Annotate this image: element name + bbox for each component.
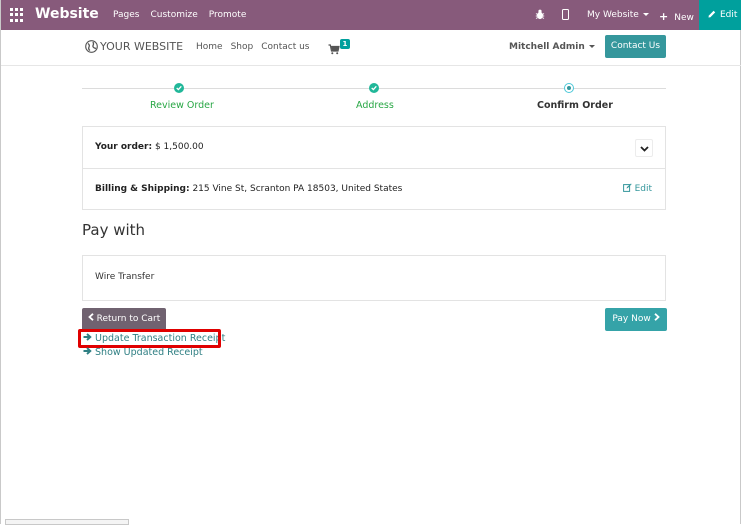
- pay-now-label: Pay Now: [612, 314, 651, 324]
- menu-promote[interactable]: Promote: [209, 10, 247, 20]
- step-address-check-icon: [369, 83, 379, 93]
- caret-down-icon: [642, 13, 649, 16]
- browser-viewport: Website Pages Customize Promote My Websi…: [0, 0, 741, 525]
- arrow-right-icon: [83, 347, 92, 355]
- order-summary-card: Your order: $ 1,500.00 Billing & Shippin…: [82, 126, 666, 210]
- edit-address-label: Edit: [634, 184, 652, 194]
- step-review-check-icon: [174, 83, 184, 93]
- app-brand[interactable]: Website: [35, 6, 99, 22]
- cart-count-badge: 1: [340, 39, 350, 49]
- cart-icon: [328, 44, 340, 55]
- apps-grid-icon[interactable]: [10, 8, 24, 22]
- pay-now-button[interactable]: Pay Now: [605, 308, 667, 331]
- billing-address: 215 Vine St, Scranton PA 18503, United S…: [192, 184, 403, 194]
- pay-with-heading: Pay with: [82, 221, 146, 239]
- return-to-cart-button[interactable]: Return to Cart: [82, 308, 166, 331]
- user-menu[interactable]: Mitchell Admin: [509, 42, 595, 52]
- step-review-order[interactable]: Review Order: [150, 100, 214, 111]
- show-receipt-label: Show Updated Receipt: [95, 347, 203, 358]
- new-button[interactable]: + New: [659, 10, 694, 23]
- mobile-icon[interactable]: [562, 9, 569, 20]
- chevron-down-icon: [640, 146, 649, 152]
- edit-button[interactable]: Edit: [699, 0, 741, 30]
- step-confirm-current-icon: [564, 83, 574, 93]
- step-confirm-order: Confirm Order: [537, 100, 613, 111]
- nav-contact[interactable]: Contact us: [261, 42, 309, 52]
- bug-icon[interactable]: [535, 9, 545, 20]
- billing-shipping-row: Billing & Shipping: 215 Vine St, Scranto…: [83, 168, 665, 209]
- order-label: Your order:: [95, 142, 153, 152]
- nav-home[interactable]: Home: [196, 42, 223, 52]
- highlight-box: [78, 329, 221, 348]
- browser-status-bar: [5, 519, 129, 525]
- admin-top-bar: Website Pages Customize Promote My Websi…: [1, 0, 741, 30]
- chevron-left-icon: [87, 313, 94, 321]
- payment-method-wire-transfer[interactable]: Wire Transfer: [82, 255, 666, 301]
- site-logo[interactable]: YOUR WEBSITE: [85, 40, 183, 53]
- menu-customize[interactable]: Customize: [150, 10, 197, 20]
- nav-shop[interactable]: Shop: [231, 42, 254, 52]
- edit-address-link[interactable]: Edit: [622, 169, 652, 210]
- admin-menu: Pages Customize Promote: [113, 10, 246, 20]
- cart-link[interactable]: 1: [328, 39, 350, 59]
- logo-text: YOUR WEBSITE: [100, 40, 184, 53]
- expand-order-button[interactable]: [635, 139, 653, 157]
- return-to-cart-label: Return to Cart: [96, 314, 161, 324]
- caret-down-icon: [588, 45, 595, 48]
- plus-icon: +: [659, 10, 669, 23]
- show-updated-receipt-link[interactable]: Show Updated Receipt: [83, 347, 203, 358]
- order-total-value: $ 1,500.00: [154, 142, 204, 152]
- edit-icon: [622, 183, 632, 192]
- site-header: YOUR WEBSITE Home Shop Contact us 1 Mitc…: [1, 30, 741, 66]
- pencil-icon: [708, 10, 716, 18]
- contact-us-button[interactable]: Contact Us: [605, 35, 666, 58]
- billing-label: Billing & Shipping:: [95, 184, 190, 194]
- order-total-row: Your order: $ 1,500.00: [83, 127, 665, 168]
- my-website-dropdown[interactable]: My Website: [587, 10, 649, 20]
- step-address[interactable]: Address: [356, 100, 394, 111]
- menu-pages[interactable]: Pages: [113, 10, 139, 20]
- site-nav: Home Shop Contact us: [196, 42, 310, 52]
- user-name: Mitchell Admin: [509, 42, 585, 52]
- new-label: New: [674, 13, 694, 23]
- globe-icon: [85, 40, 98, 53]
- edit-label: Edit: [720, 10, 738, 20]
- chevron-right-icon: [653, 313, 660, 321]
- my-website-label: My Website: [587, 10, 639, 20]
